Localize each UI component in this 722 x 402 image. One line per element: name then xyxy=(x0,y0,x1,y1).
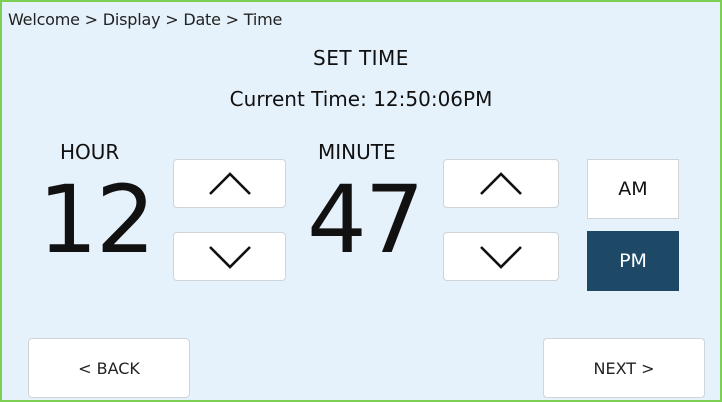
minute-up-button[interactable] xyxy=(443,159,559,208)
current-time-readout: Current Time: 12:50:06PM xyxy=(229,87,493,111)
hour-value: 12 xyxy=(38,166,156,275)
minute-label: MINUTE xyxy=(318,140,396,164)
chevron-down-icon xyxy=(480,245,522,269)
chevron-up-icon xyxy=(480,171,522,195)
pm-button[interactable]: PM xyxy=(587,231,679,291)
hour-down-button[interactable] xyxy=(173,232,286,281)
set-time-screen: Welcome > Display > Date > Time SET TIME… xyxy=(0,0,722,402)
next-button[interactable]: NEXT > xyxy=(543,338,705,398)
hour-label: HOUR xyxy=(60,140,120,164)
hour-up-button[interactable] xyxy=(173,159,286,208)
chevron-down-icon xyxy=(208,245,251,269)
page-title: SET TIME xyxy=(313,46,409,70)
chevron-up-icon xyxy=(208,171,251,195)
minute-value: 47 xyxy=(307,166,425,275)
back-button[interactable]: < BACK xyxy=(28,338,190,398)
am-button[interactable]: AM xyxy=(587,159,679,219)
minute-down-button[interactable] xyxy=(443,232,559,281)
breadcrumb: Welcome > Display > Date > Time xyxy=(8,10,283,29)
